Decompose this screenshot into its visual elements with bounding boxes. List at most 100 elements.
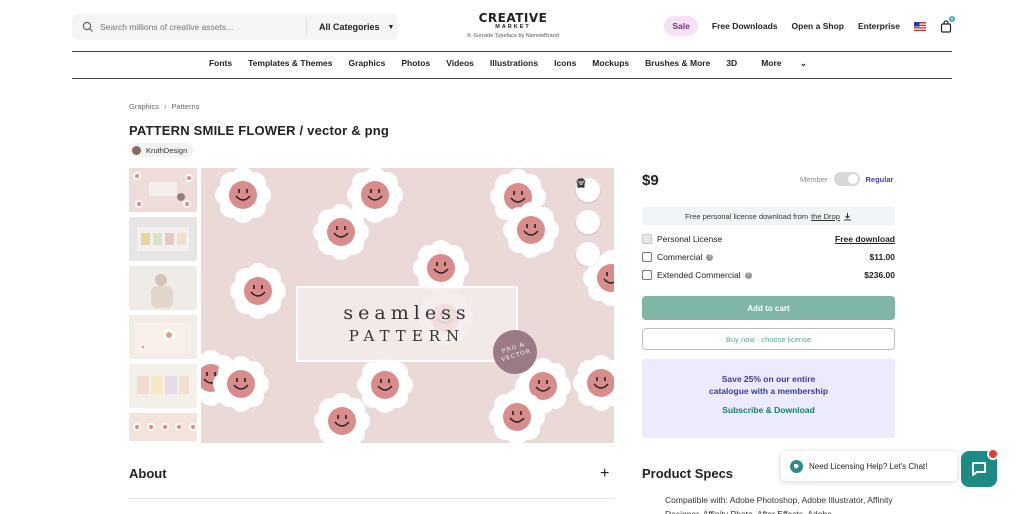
bookmark-button[interactable] [576, 178, 600, 266]
nav-sale[interactable]: Sale [664, 16, 698, 36]
chat-prompt-text: Need Licensing Help? Let's Chat! [809, 461, 928, 471]
cat-graphics[interactable]: Graphics [341, 58, 394, 69]
about-heading[interactable]: About [129, 466, 167, 481]
chat-icon [972, 462, 986, 476]
thumbnail-4[interactable] [129, 315, 197, 359]
cat-videos[interactable]: Videos [438, 58, 482, 69]
search-input[interactable] [100, 22, 300, 32]
regular-label: Regular [865, 174, 894, 184]
nav-open-shop[interactable]: Open a Shop [792, 21, 844, 31]
product-specs-heading: Product Specs [642, 466, 734, 481]
info-icon[interactable]: ? [706, 253, 714, 261]
product-image[interactable]: seamless PATTERN PNG & VECTOR [201, 168, 614, 443]
free-license-banner[interactable]: Free personal license download from the … [642, 207, 895, 225]
category-nav: Fonts Templates & Themes Graphics Photos… [72, 58, 952, 69]
plus-icon[interactable]: + [600, 465, 609, 483]
us-flag-icon[interactable] [914, 21, 926, 31]
subscribe-link[interactable]: Subscribe & Download [642, 405, 895, 415]
daisy-icon [230, 263, 286, 319]
cart-count-badge: 0 [949, 15, 955, 22]
buy-now-button[interactable]: Buy now - choose license [642, 328, 895, 350]
site-header: All Categories ▼ CREATIVE MARKET ft. Sun… [72, 10, 955, 44]
cat-icons[interactable]: Icons [546, 58, 584, 69]
license-commercial[interactable]: Commercial ? $11.00 [642, 252, 895, 262]
like-button[interactable] [576, 179, 600, 234]
header-nav: Sale Free Downloads Open a Shop Enterpri… [664, 15, 955, 36]
image-actions [576, 178, 600, 266]
license-name: Extended Commercial [657, 270, 741, 280]
member-regular-toggle[interactable] [833, 172, 860, 186]
cat-more[interactable]: More ⌄ [745, 58, 823, 69]
search-icon [82, 21, 93, 32]
cart-icon[interactable]: 0 [940, 15, 955, 33]
logo-main: CREATIVE [478, 11, 548, 25]
product-title: PATTERN SMILE FLOWER / vector & png [129, 123, 390, 138]
thumbnail-2[interactable] [129, 217, 197, 261]
thumbnail-6[interactable] [129, 413, 197, 441]
thumbnail-list [129, 168, 197, 446]
free-download-link[interactable]: Free download [835, 234, 895, 244]
daisy-icon [313, 204, 369, 260]
nav-enterprise[interactable]: Enterprise [858, 21, 900, 31]
divider [306, 18, 307, 36]
cat-photos[interactable]: Photos [393, 58, 438, 69]
bookmark-icon [578, 178, 584, 188]
license-personal[interactable]: Personal License Free download [642, 234, 895, 244]
author-chip[interactable]: KruthDesign [129, 143, 194, 157]
membership-promo: Save 25% on our entire catalogue with a … [642, 359, 895, 438]
daisy-icon [489, 389, 545, 443]
download-icon [843, 212, 851, 220]
thumbnail-cards [137, 376, 189, 394]
cat-more-label: More [761, 58, 782, 68]
nav-free-downloads[interactable]: Free Downloads [712, 21, 778, 31]
logo-sub: MARKET [495, 24, 531, 30]
checkbox[interactable] [642, 270, 652, 280]
header-rule [72, 51, 952, 52]
add-to-cart-button[interactable]: Add to cart [642, 296, 895, 320]
membership-line-2: catalogue with a membership [708, 386, 829, 396]
compatibility-text: Compatible with: Adobe Photoshop, Adobe … [665, 495, 893, 514]
chat-prompt[interactable]: Need Licensing Help? Let's Chat! [781, 451, 957, 481]
pricing-toggle: Member Regular [800, 172, 893, 186]
checkbox[interactable] [642, 234, 652, 244]
catnav-rule [72, 78, 952, 79]
daisy-icon [573, 355, 614, 411]
tag-icon [790, 459, 803, 473]
thumbnail-3[interactable] [129, 266, 197, 310]
cat-illustrations[interactable]: Illustrations [482, 58, 546, 69]
license-price: $236.00 [864, 270, 895, 280]
license-name: Personal License [657, 234, 723, 244]
daisy-icon [215, 168, 271, 223]
cat-templates[interactable]: Templates & Themes [240, 58, 340, 69]
search-bar[interactable]: All Categories ▼ [72, 14, 398, 40]
membership-line-1: Save 25% on our entire [721, 374, 816, 384]
breadcrumb-graphics[interactable]: Graphics [129, 102, 159, 111]
thumbnail-person [151, 274, 173, 308]
cat-mockups[interactable]: Mockups [584, 58, 637, 69]
the-drop-link[interactable]: the Drop [811, 212, 840, 221]
logo[interactable]: CREATIVE MARKET ft. Sunside Typeface by … [458, 12, 568, 39]
categories-dropdown[interactable]: All Categories ▼ [319, 22, 394, 32]
chevron-right-icon: › [164, 102, 167, 111]
categories-label: All Categories [319, 22, 380, 32]
cat-fonts[interactable]: Fonts [201, 58, 240, 69]
breadcrumb-patterns[interactable]: Patterns [172, 102, 200, 111]
cat-3d[interactable]: 3D [718, 58, 745, 69]
license-extended[interactable]: Extended Commercial ? $236.00 [642, 270, 895, 280]
checkbox[interactable] [642, 252, 652, 262]
daisy-icon [213, 356, 269, 412]
thumbnail-5[interactable] [129, 364, 197, 408]
thumbnail-1[interactable] [129, 168, 197, 212]
image-title-box: seamless PATTERN [296, 286, 518, 362]
about-divider [129, 498, 614, 499]
author-name: KruthDesign [146, 145, 188, 155]
notification-badge [987, 448, 999, 460]
toggle-knob [847, 174, 858, 184]
daisy-icon [503, 202, 559, 258]
avatar [132, 145, 141, 155]
member-label: Member [800, 174, 828, 184]
thumbnail-dots [133, 423, 197, 431]
cat-brushes[interactable]: Brushes & More [637, 58, 718, 69]
info-icon[interactable]: ? [744, 271, 752, 279]
daisy-icon [314, 393, 370, 443]
